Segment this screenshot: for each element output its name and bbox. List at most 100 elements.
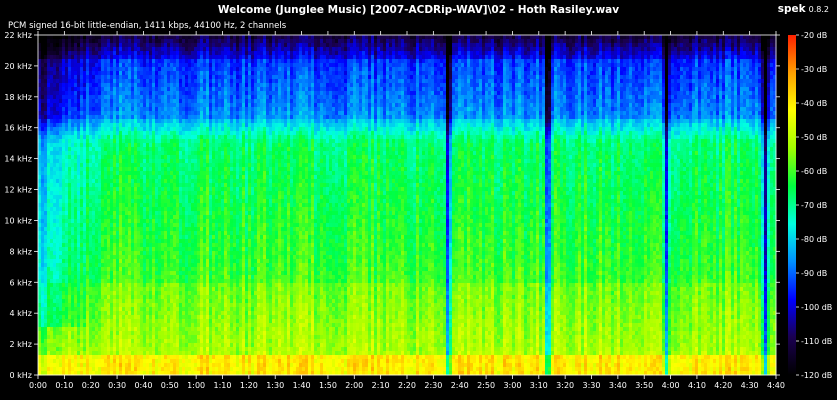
spectrogram-cell xyxy=(152,63,156,68)
spectrogram-cell xyxy=(83,323,87,328)
spectrogram-cell xyxy=(125,183,129,188)
spectrogram-cell xyxy=(164,219,168,224)
spectrogram-cell xyxy=(179,243,183,248)
spectrogram-cell xyxy=(173,187,177,192)
spectrogram-cell xyxy=(164,179,168,184)
spectrogram-cell xyxy=(140,67,144,72)
spectrogram-cell xyxy=(71,343,75,348)
spectrogram-cell xyxy=(62,199,66,204)
spectrogram-cell xyxy=(167,291,171,296)
spectrogram-cell xyxy=(164,307,168,312)
spectrogram-cell xyxy=(197,187,201,192)
spectrogram-cell xyxy=(74,271,78,276)
spectrogram-cell xyxy=(197,319,201,324)
spectrogram-cell xyxy=(188,363,192,368)
spectrogram-cell xyxy=(137,247,141,252)
spectrogram-cell xyxy=(143,259,147,264)
spectrogram-cell xyxy=(107,259,111,264)
spectrogram-cell xyxy=(110,347,114,352)
spectrogram-cell xyxy=(74,327,78,332)
spectrogram-cell xyxy=(200,175,204,180)
spectrogram-cell xyxy=(80,239,84,244)
spectrogram-cell xyxy=(56,227,60,232)
spectrogram-cell xyxy=(197,39,201,44)
spectrogram-cell xyxy=(194,227,198,232)
spectrogram-cell xyxy=(56,223,60,228)
spectrogram-cell xyxy=(44,195,48,200)
spectrogram-cell xyxy=(206,151,210,156)
spectrogram-cell xyxy=(164,131,168,136)
spectrogram-cell xyxy=(74,87,78,92)
spectrogram-cell xyxy=(119,331,123,336)
spectrogram-cell xyxy=(107,83,111,88)
spectrogram-cell xyxy=(143,243,147,248)
spectrogram-cell xyxy=(197,119,201,124)
spectrogram-cell xyxy=(194,339,198,344)
spectrogram-cell xyxy=(125,359,129,364)
spectrogram-cell xyxy=(137,207,141,212)
spectrogram-cell xyxy=(68,59,72,64)
spectrogram-cell xyxy=(122,247,126,252)
spectrogram-cell xyxy=(209,63,213,68)
spectrogram-cell xyxy=(80,343,84,348)
spectrogram-cell xyxy=(164,271,168,276)
spectrogram-cell xyxy=(62,343,66,348)
spectrogram-cell xyxy=(77,291,81,296)
spectrogram-cell xyxy=(41,115,45,120)
spectrogram-cell xyxy=(146,127,150,132)
spectrogram-cell xyxy=(71,211,75,216)
spectrogram-cell xyxy=(140,315,144,320)
spectrogram-cell xyxy=(44,75,48,80)
spectrogram-cell xyxy=(101,263,105,268)
spectrogram-cell xyxy=(44,343,48,348)
spectrogram-cell xyxy=(116,103,120,108)
spectrogram-cell xyxy=(83,147,87,152)
spectrogram-cell xyxy=(164,67,168,72)
spectrogram-cell xyxy=(128,271,132,276)
spectrogram-cell xyxy=(164,139,168,144)
spectrogram-cell xyxy=(122,283,126,288)
spectrogram-cell xyxy=(203,139,207,144)
spectrogram-cell xyxy=(95,115,99,120)
spectrogram-cell xyxy=(176,283,180,288)
spectrogram-cell xyxy=(161,235,165,240)
spectrogram-cell xyxy=(47,51,51,56)
spectrogram-cell xyxy=(125,199,129,204)
spectrogram-cell xyxy=(92,203,96,208)
spectrogram-cell xyxy=(191,43,195,48)
spectrogram-cell xyxy=(203,259,207,264)
spectrogram-cell xyxy=(62,95,66,100)
spectrogram-cell xyxy=(161,319,165,324)
spectrogram-cell xyxy=(194,211,198,216)
spectrogram-cell xyxy=(53,207,57,212)
spectrogram-cell xyxy=(188,63,192,68)
spectrogram-cell xyxy=(74,107,78,112)
spectrogram-cell xyxy=(125,63,129,68)
spectrogram-cell xyxy=(170,319,174,324)
spectrogram-cell xyxy=(38,227,42,232)
spectrogram-cell xyxy=(113,303,117,308)
spectrogram-cell xyxy=(161,251,165,256)
spectrogram-cell xyxy=(107,247,111,252)
spectrogram-cell xyxy=(164,323,168,328)
spectrogram-cell xyxy=(65,259,69,264)
spectrogram-cell xyxy=(200,63,204,68)
spectrogram-cell xyxy=(113,119,117,124)
spectrogram-cell xyxy=(44,115,48,120)
spectrogram-cell xyxy=(77,203,81,208)
spectrogram-cell xyxy=(203,179,207,184)
spectrogram-cell xyxy=(47,295,51,300)
spectrogram-cell xyxy=(83,227,87,232)
spectrogram-cell xyxy=(101,323,105,328)
spectrogram-cell xyxy=(38,223,42,228)
spectrogram-cell xyxy=(170,231,174,236)
spectrogram-cell xyxy=(74,215,78,220)
spectrogram-cell xyxy=(44,151,48,156)
spectrogram-cell xyxy=(137,159,141,164)
spectrogram-cell xyxy=(113,323,117,328)
spectrogram-cell xyxy=(71,287,75,292)
spectrogram-cell xyxy=(158,259,162,264)
spectrogram-cell xyxy=(203,99,207,104)
spectrogram-cell xyxy=(212,55,216,60)
spectrogram-cell xyxy=(173,283,177,288)
